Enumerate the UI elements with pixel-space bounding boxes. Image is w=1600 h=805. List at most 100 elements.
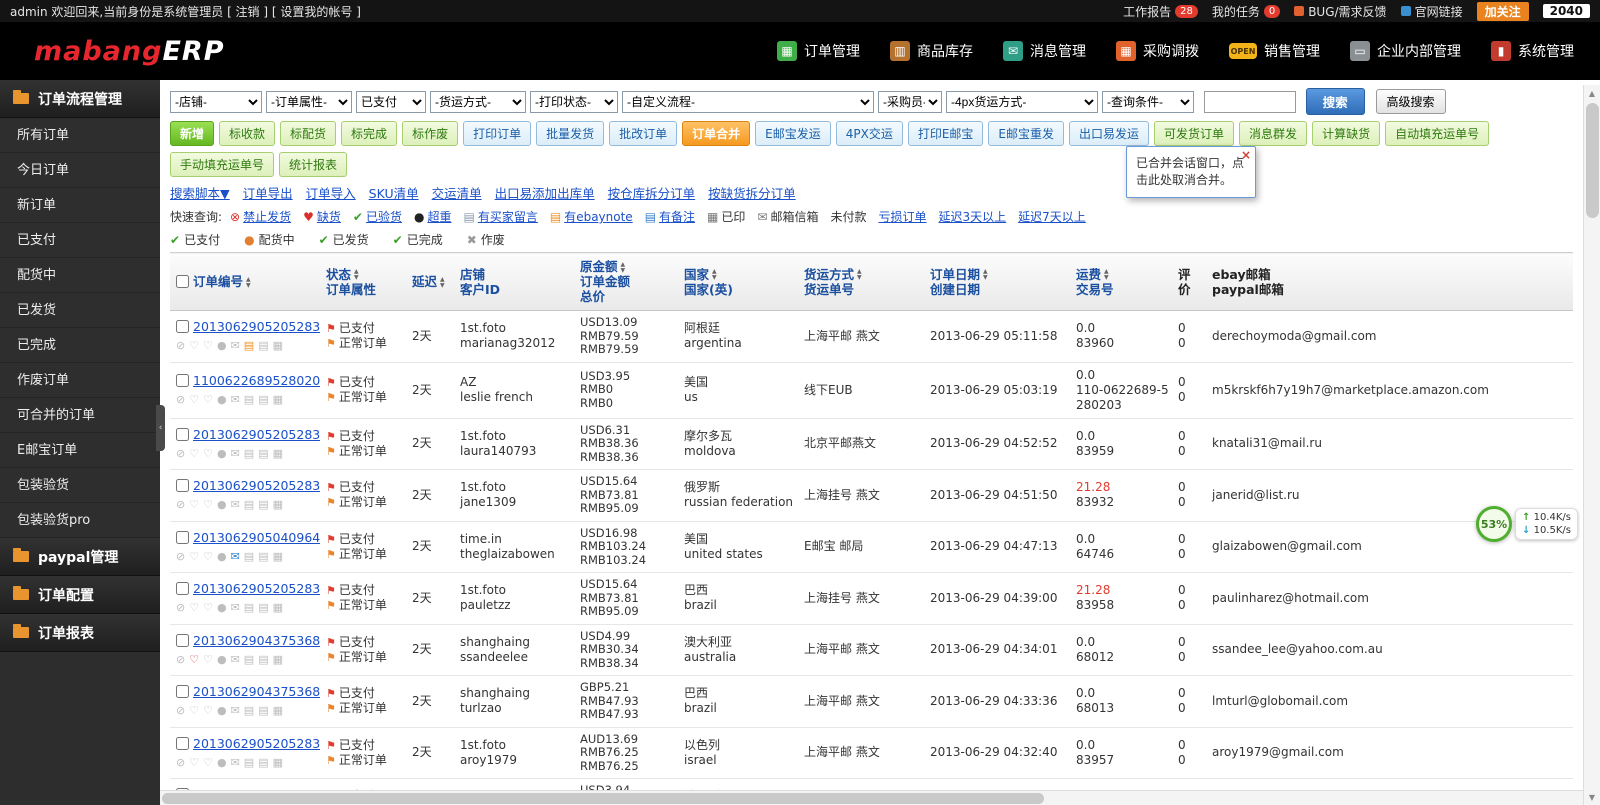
status-filter[interactable]: ✔ 已发货	[319, 231, 369, 248]
toolbar-button[interactable]: 打印E邮宝	[907, 121, 984, 146]
mail-icon[interactable]: ✉	[231, 601, 240, 614]
filter-select[interactable]: -货运方式-	[430, 90, 526, 113]
mail-icon[interactable]: ✉	[231, 339, 240, 352]
toolbar-button[interactable]: 标完成	[341, 121, 398, 146]
column-header[interactable]: 订单编号 ▲ ▼	[170, 252, 320, 311]
doc2-icon[interactable]: ▤	[258, 704, 268, 717]
heart2-icon[interactable]: ♡	[203, 756, 213, 769]
row-checkbox[interactable]	[176, 633, 189, 647]
scroll-up-icon[interactable]: ▲	[1584, 85, 1600, 101]
tool-link[interactable]: 按缺货拆分订单	[708, 186, 796, 201]
dot-icon[interactable]: ●	[217, 704, 227, 717]
mail-icon[interactable]: ✉	[231, 393, 240, 406]
topbar-item[interactable]: BUG/需求反馈	[1294, 3, 1387, 20]
tool-link[interactable]: 交运清单	[432, 186, 482, 201]
toolbar-button[interactable]: 新增	[170, 121, 215, 146]
sidebar-item[interactable]: 已支付	[0, 223, 160, 258]
quick-filter-link[interactable]: 超重	[427, 208, 451, 225]
nav-item-orders[interactable]: ▦ 订单管理	[777, 41, 860, 61]
filter-select[interactable]: -4px货运方式-	[946, 90, 1098, 113]
tool-link[interactable]: 出口易添加出库单	[495, 186, 595, 201]
order-number-link[interactable]: 2013062904375368013	[193, 684, 320, 699]
tool-link[interactable]: 按仓库拆分订单	[608, 186, 696, 201]
column-header[interactable]: 运费 ▲ ▼ 交易号	[1070, 252, 1172, 311]
print-icon[interactable]: ▦	[273, 339, 283, 352]
quick-filter-link[interactable]: 有买家留言	[478, 208, 538, 225]
quick-filter-link[interactable]: 延迟7天以上	[1018, 208, 1086, 225]
filter-select[interactable]: -店铺-	[170, 90, 262, 113]
sidebar-item[interactable]: 可合并的订单	[0, 398, 160, 433]
filter-select[interactable]: 已支付	[356, 90, 426, 113]
doc-icon[interactable]: ▤	[244, 393, 254, 406]
toolbar-button[interactable]: 标作废	[402, 121, 459, 146]
nav-item-inventory[interactable]: ▥ 商品库存	[890, 41, 973, 61]
close-icon[interactable]: ×	[1241, 147, 1251, 164]
topbar-item[interactable]: 官网链接	[1400, 3, 1463, 20]
tool-link[interactable]: 搜索脚本▼	[170, 186, 230, 201]
nav-item-sales-open[interactable]: OPEN 销售管理	[1229, 41, 1320, 61]
order-number-link[interactable]: 2013062904375368012	[193, 633, 320, 648]
horizontal-scrollbar[interactable]	[160, 790, 1583, 805]
mail-icon[interactable]: ✉	[231, 756, 240, 769]
mail-icon[interactable]: ✉	[231, 653, 240, 666]
dot-icon[interactable]: ●	[217, 756, 227, 769]
topbar-item[interactable]: 加关注	[1476, 1, 1529, 21]
column-header[interactable]: 延迟 ▲ ▼	[406, 252, 454, 311]
toolbar-button[interactable]: 订单合并	[682, 121, 751, 146]
row-checkbox[interactable]	[176, 582, 189, 596]
sort-arrows-icon[interactable]: ▲ ▼	[354, 269, 359, 281]
doc2-icon[interactable]: ▤	[258, 756, 268, 769]
sidebar-item[interactable]: E邮宝订单	[0, 433, 160, 468]
status-filter[interactable]: ✖ 作废	[467, 231, 505, 248]
ban-icon[interactable]: ⊘	[176, 704, 185, 717]
quick-filter-link[interactable]: 有ebaynote	[564, 208, 633, 225]
dot-icon[interactable]: ●	[217, 339, 227, 352]
quick-filter-link[interactable]: 亏损订单	[879, 208, 927, 225]
keyword-input[interactable]	[1203, 90, 1296, 113]
order-number-link[interactable]: 2013062905205283960	[193, 319, 320, 334]
ban-icon[interactable]: ⊘	[176, 756, 185, 769]
heart2-icon[interactable]: ♡	[203, 498, 213, 511]
sidebar-section-2[interactable]: 订单配置	[0, 576, 160, 614]
status-filter[interactable]: ● 配货中	[244, 231, 295, 248]
filter-select[interactable]: -查询条件-	[1102, 90, 1194, 113]
print-icon[interactable]: ▦	[273, 550, 283, 563]
column-header[interactable]: 国家 ▲ ▼ 国家(英)	[678, 252, 798, 311]
toolbar-button[interactable]: E邮宝发运	[755, 121, 831, 146]
ban-icon[interactable]: ⊘	[176, 550, 185, 563]
advanced-search-button[interactable]: 高级搜索	[1375, 89, 1446, 114]
heart2-icon[interactable]: ♡	[203, 447, 213, 460]
ban-icon[interactable]: ⊘	[176, 447, 185, 460]
topbar-item[interactable]: 工作报告 28	[1123, 3, 1198, 20]
toolbar-button[interactable]: 标收款	[219, 121, 276, 146]
print-icon[interactable]: ▦	[273, 447, 283, 460]
column-header[interactable]: 原金额 ▲ ▼ 订单金额 总价	[574, 252, 678, 311]
sidebar-item[interactable]: 配货中	[0, 258, 160, 293]
toolbar-button[interactable]: 4PX交运	[835, 121, 903, 146]
doc-icon[interactable]: ▤	[244, 550, 254, 563]
doc-icon[interactable]: ▤	[244, 447, 254, 460]
select-all-checkbox[interactable]	[176, 275, 189, 288]
heart-icon[interactable]: ♡	[189, 498, 199, 511]
dot-icon[interactable]: ●	[217, 447, 227, 460]
heart-icon[interactable]: ♡	[189, 447, 199, 460]
sort-arrows-icon[interactable]: ▲ ▼	[1104, 269, 1109, 281]
mail-icon[interactable]: ✉	[231, 498, 240, 511]
quick-filter-link[interactable]: 已印	[721, 208, 745, 225]
sidebar-item[interactable]: 所有订单	[0, 118, 160, 153]
toolbar-button[interactable]: 标配货	[280, 121, 337, 146]
sort-arrows-icon[interactable]: ▲ ▼	[857, 269, 862, 281]
doc-icon[interactable]: ▤	[244, 339, 254, 352]
nav-item-purchase[interactable]: ▦ 采购调拨	[1116, 41, 1199, 61]
print-icon[interactable]: ▦	[273, 601, 283, 614]
nav-item-messages[interactable]: ✉ 消息管理	[1003, 41, 1086, 61]
heart2-icon[interactable]: ♡	[203, 704, 213, 717]
quick-filter-link[interactable]: 有备注	[659, 208, 695, 225]
print-icon[interactable]: ▦	[273, 704, 283, 717]
toolbar-button[interactable]: 出口易发运	[1069, 121, 1150, 146]
sidebar-item[interactable]: 包装验货pro	[0, 503, 160, 538]
ban-icon[interactable]: ⊘	[176, 601, 185, 614]
row-checkbox[interactable]	[176, 374, 189, 387]
doc-icon[interactable]: ▤	[244, 653, 254, 666]
print-icon[interactable]: ▦	[273, 756, 283, 769]
